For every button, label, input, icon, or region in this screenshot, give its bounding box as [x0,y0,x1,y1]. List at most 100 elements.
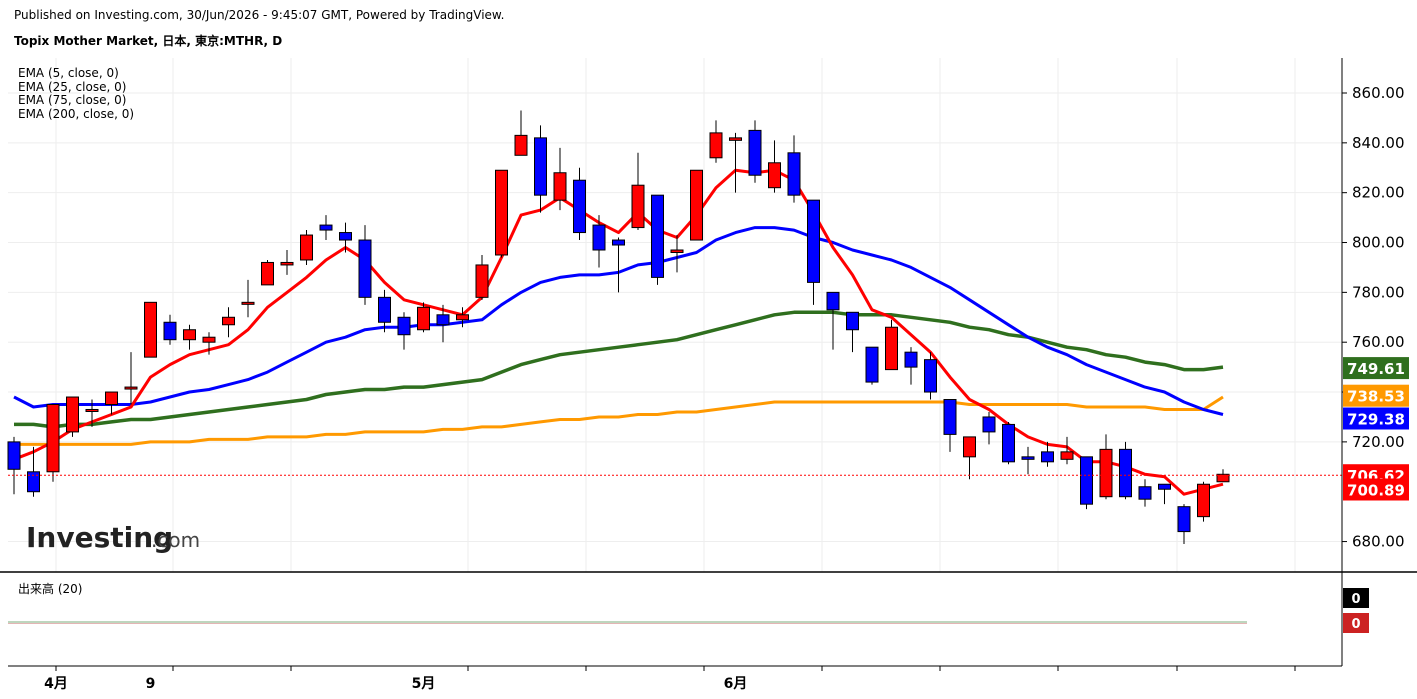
candle-body [1138,486,1152,500]
candle [709,120,723,163]
candle [982,411,996,445]
candle [397,312,411,350]
candle-body [592,224,606,251]
candle-body [514,134,528,156]
candle [339,222,352,253]
candle-body [339,232,352,241]
candle-body [1021,456,1035,460]
candle-body [417,306,430,331]
candle-body [144,301,157,358]
candle [144,301,157,358]
candle [592,215,606,268]
candle-body [456,314,469,321]
candle [748,120,762,183]
candle [690,169,703,241]
candle [124,352,138,405]
y-tick-label: 680.00 [1352,533,1405,551]
candle [768,140,781,193]
y-tick-label: 780.00 [1352,283,1405,301]
candle-body [612,239,625,246]
candle-body [787,152,801,196]
candle [105,391,118,415]
watermark-suffix: .com [151,528,200,552]
candle [495,169,508,258]
candle [573,167,586,241]
candle-body [1177,506,1191,533]
candle [514,110,528,156]
candle-body [729,137,742,141]
candle [1158,483,1171,505]
candle [1099,434,1113,500]
price-label-text: 700.89 [1347,482,1405,500]
x-axis: 4月 9 5月 6月 [44,666,1296,692]
candle [1021,446,1035,475]
y-tick-label: 860.00 [1352,84,1405,102]
candle-body [1158,483,1171,490]
candle-body [1080,456,1093,505]
candle-body [163,321,177,341]
candle-body [651,194,664,278]
candle [358,225,372,305]
ema-legend: EMA (5, close, 0) EMA (25, close, 0) EMA… [18,66,134,121]
volume-label: 出来高 (20) [18,581,82,596]
candle-body [261,261,274,286]
candle [787,135,801,203]
candle [924,352,937,400]
candle [670,235,684,273]
price-label-text: 749.61 [1347,360,1405,378]
candle-body [924,359,937,393]
candle-body [46,404,60,473]
candle-body [105,391,118,406]
price-chart[interactable]: EMA (5, close, 0) EMA (25, close, 0) EMA… [0,0,1417,699]
candle [904,347,918,385]
candle [222,307,235,338]
candle-body [709,132,723,159]
candle-body [982,416,996,433]
candle [1216,469,1230,483]
volume-value-2: 0 [1351,617,1360,632]
x-tick-label: 4月 [44,676,68,692]
y-tick-label: 820.00 [1352,184,1405,202]
candle-body [300,234,313,261]
candle-body [846,311,859,331]
candle [1119,441,1132,500]
candle [963,436,976,480]
candle-body [1060,451,1074,460]
candle [826,291,840,350]
candle-body [904,351,918,368]
candle [729,132,742,193]
candle [241,279,255,318]
candle-body [66,396,79,433]
candle-body [1216,473,1230,483]
candle [1002,421,1015,465]
candle-body [963,436,976,458]
x-tick-label: 6月 [724,676,748,692]
candle-body [943,399,957,435]
candle-body [358,239,372,298]
y-tick-label: 720.00 [1352,433,1405,451]
legend-ema-75: EMA (75, close, 0) [18,93,126,107]
candle-body [1002,423,1015,463]
candle [1197,481,1210,522]
candle [846,311,859,353]
candle [1138,479,1152,507]
candle-body [202,336,216,343]
price-labels: 749.61738.53729.38706.62700.89 [1343,357,1409,501]
candle-body [495,169,508,256]
investing-watermark: Investing .com [26,521,200,554]
candle-body [475,264,489,298]
candles [7,110,1230,545]
candle [319,215,333,241]
candle-body [807,199,820,283]
candle [865,346,879,385]
candle [475,254,489,300]
candle [1080,456,1093,510]
candle-body [85,408,99,412]
y-tick-label: 840.00 [1352,134,1405,152]
volume-panel: 出来高 (20) 0 0 [8,581,1369,633]
y-tick-label: 760.00 [1352,333,1405,351]
candle-body [124,386,138,390]
candle-body [1041,451,1054,463]
candle-body [1119,448,1132,498]
candle [417,302,430,333]
